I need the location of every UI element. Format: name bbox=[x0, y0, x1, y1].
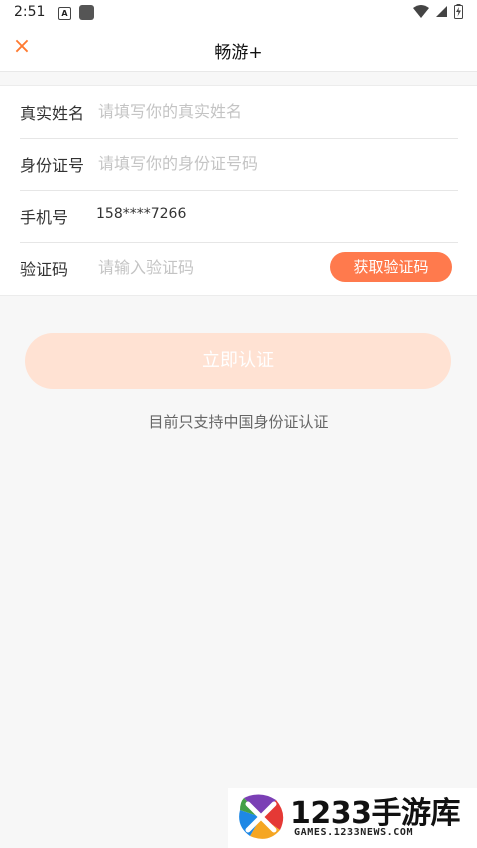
id-number-label: 身份证号 bbox=[20, 156, 85, 175]
phone-row: 手机号 158****7266 bbox=[20, 190, 458, 243]
notification-a-icon: A bbox=[58, 7, 71, 20]
phone-label: 手机号 bbox=[20, 208, 69, 227]
status-bar: 2:51 A bbox=[0, 0, 477, 26]
id-support-hint: 目前只支持中国身份证认证 bbox=[148, 413, 329, 431]
name-row: 真实姓名 bbox=[20, 86, 458, 139]
status-icons bbox=[413, 4, 463, 19]
verify-now-button[interactable]: 立即认证 bbox=[25, 333, 451, 389]
phone-value: 158****7266 bbox=[96, 206, 187, 222]
notification-square-icon bbox=[79, 5, 94, 20]
code-input[interactable] bbox=[98, 250, 298, 284]
signal-icon bbox=[436, 6, 447, 17]
app-header: × 畅游+ bbox=[0, 26, 477, 72]
watermark-title: 1233手游库 bbox=[290, 796, 461, 831]
status-time: 2:51 bbox=[14, 4, 46, 20]
name-input[interactable] bbox=[98, 94, 328, 128]
id-number-input[interactable] bbox=[98, 146, 328, 180]
code-row: 验证码 获取验证码 bbox=[20, 242, 458, 294]
name-label: 真实姓名 bbox=[20, 104, 85, 123]
wifi-icon bbox=[413, 4, 429, 18]
battery-charging-icon bbox=[454, 4, 463, 19]
1233-logo-icon bbox=[238, 794, 284, 840]
id-number-row: 身份证号 bbox=[20, 138, 458, 191]
verification-form: 真实姓名 身份证号 手机号 158****7266 验证码 获取验证码 bbox=[0, 85, 477, 296]
watermark: 1233手游库 GAMES.1233NEWS.COM bbox=[228, 788, 477, 848]
code-label: 验证码 bbox=[20, 260, 69, 279]
watermark-subtitle: GAMES.1233NEWS.COM bbox=[294, 827, 414, 838]
get-code-button[interactable]: 获取验证码 bbox=[330, 252, 452, 282]
page-title: 畅游+ bbox=[214, 43, 263, 63]
